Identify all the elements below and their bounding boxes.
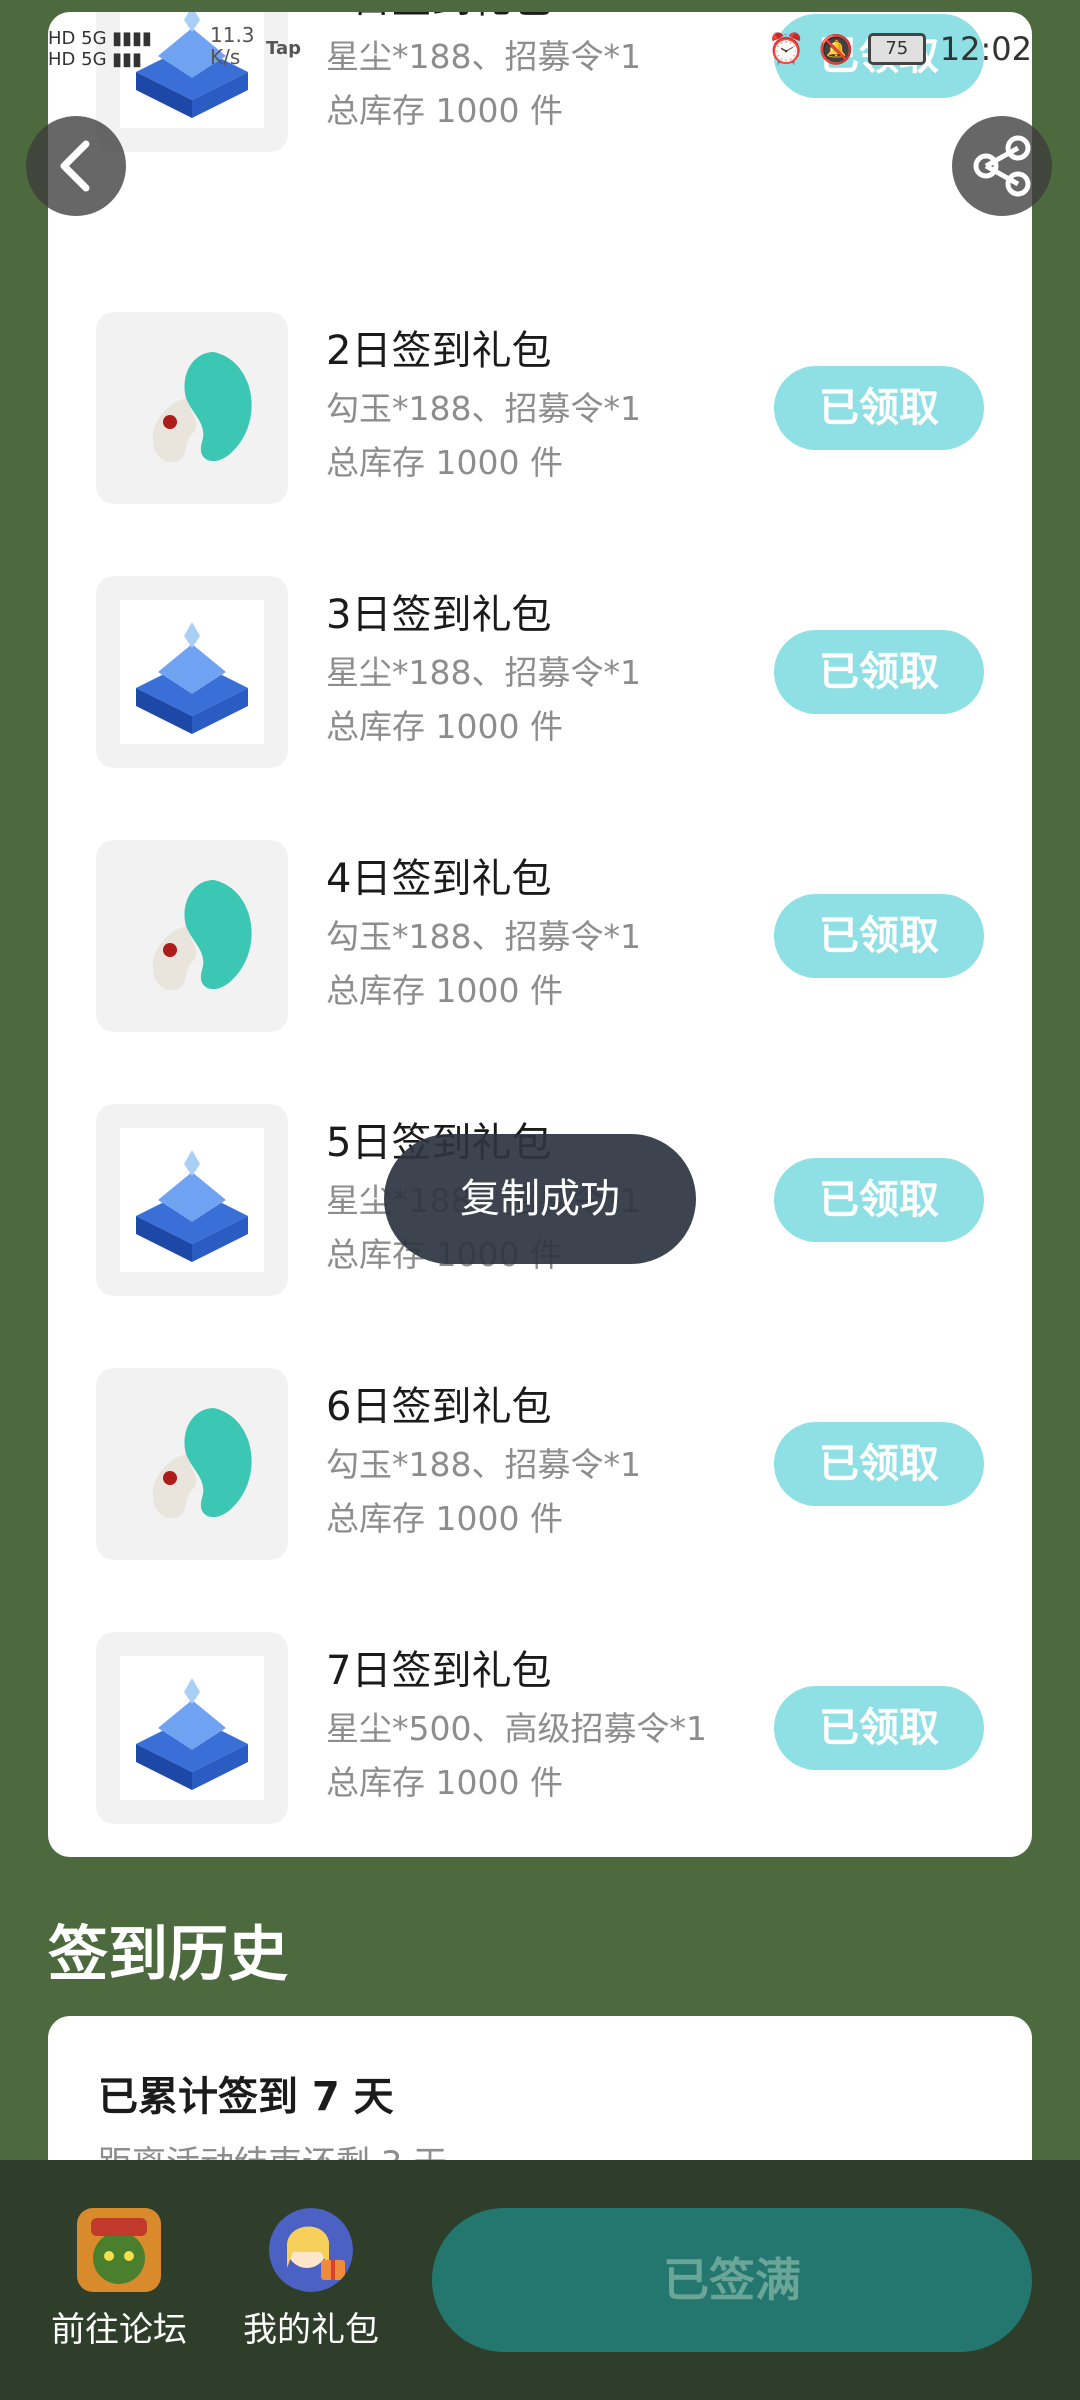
status-bar: HD 5G ▮▮▮▮ HD 5G ▮▮▮ 11.3 K/s Tap ⏰ 🔕 75…	[0, 0, 1080, 100]
jade-magatama-icon	[152, 1408, 252, 1519]
gift-title: 3日签到礼包	[326, 592, 552, 638]
gift-item-day-2: 2日签到礼包 勾玉*188、招募令*1 总库存 1000 件 已领取	[96, 312, 984, 504]
gift-thumbnail	[96, 1104, 288, 1296]
gift-item-day-4: 4日签到礼包 勾玉*188、招募令*1 总库存 1000 件 已领取	[96, 840, 984, 1032]
gift-item-day-7: 7日签到礼包 星尘*500、高级招募令*1 总库存 1000 件 已领取	[96, 1632, 984, 1824]
bottom-action-bar: 前往论坛 我的礼包 已签满	[0, 2160, 1080, 2400]
share-icon	[973, 135, 1031, 197]
history-section-title: 签到历史	[48, 1920, 288, 1990]
signal-row-2: HD 5G ▮▮▮	[48, 49, 162, 70]
status-right: ⏰ 🔕 75 12:02	[768, 30, 1032, 68]
speed-unit: K/s	[210, 45, 241, 69]
blue-chest-icon	[136, 622, 248, 734]
copy-success-toast: 复制成功	[384, 1134, 696, 1264]
gift-thumbnail	[96, 312, 288, 504]
jade-magatama-icon	[152, 352, 252, 463]
checkin-total: 已累计签到 7 天	[98, 2074, 394, 2120]
signal-row-1: HD 5G ▮▮▮▮	[48, 28, 162, 49]
blue-chest-icon	[136, 1678, 248, 1790]
forum-link[interactable]: 前往论坛	[44, 2208, 194, 2351]
chevron-left-icon	[60, 140, 90, 192]
gift-description: 勾玉*188、招募令*1	[326, 389, 641, 428]
gift-stock: 总库存 1000 件	[326, 1763, 563, 1802]
alarm-icon: ⏰	[767, 31, 805, 67]
network-label-1: HD 5G	[48, 28, 107, 49]
signal-bars-icon: ▮▮▮	[112, 49, 142, 70]
network-speed: 11.3 K/s	[210, 24, 255, 68]
gift-stock: 总库存 1000 件	[326, 1499, 563, 1538]
gift-stock: 总库存 1000 件	[326, 443, 563, 482]
gift-thumbnail	[96, 1368, 288, 1560]
battery-icon: 75	[867, 33, 926, 65]
forum-label: 前往论坛	[51, 2310, 187, 2350]
back-button[interactable]	[26, 116, 126, 216]
jade-magatama-icon	[152, 880, 252, 991]
gift-item-day-3: 3日签到礼包 星尘*188、招募令*1 总库存 1000 件 已领取	[96, 576, 984, 768]
gift-thumbnail	[96, 1632, 288, 1824]
claimed-button[interactable]: 已领取	[774, 1158, 984, 1242]
app-notification-badge: Tap	[266, 38, 301, 59]
gift-title: 6日签到礼包	[326, 1384, 552, 1430]
gift-stock: 总库存 1000 件	[326, 707, 563, 746]
gift-title: 7日签到礼包	[326, 1648, 552, 1694]
gift-description: 勾玉*188、招募令*1	[326, 917, 641, 956]
blue-chest-icon	[136, 1150, 248, 1262]
gift-list-panel: 1日签到礼包 星尘*188、招募令*1 总库存 1000 件 已领取 2日签到礼…	[48, 12, 1032, 1857]
gift-description: 星尘*500、高级招募令*1	[326, 1709, 707, 1748]
gift-character-icon	[269, 2208, 353, 2292]
gift-thumbnail	[96, 840, 288, 1032]
gift-thumbnail	[96, 576, 288, 768]
my-gifts-label: 我的礼包	[243, 2310, 379, 2350]
claimed-button[interactable]: 已领取	[774, 894, 984, 978]
game-avatar-icon	[77, 2208, 161, 2292]
gift-item-day-6: 6日签到礼包 勾玉*188、招募令*1 总库存 1000 件 已领取	[96, 1368, 984, 1560]
signed-full-button[interactable]: 已签满	[432, 2208, 1032, 2352]
signal-bars-icon: ▮▮▮▮	[112, 28, 152, 49]
claimed-button[interactable]: 已领取	[774, 1422, 984, 1506]
my-gifts-link[interactable]: 我的礼包	[236, 2208, 386, 2351]
claimed-button[interactable]: 已领取	[774, 630, 984, 714]
signal-indicators: HD 5G ▮▮▮▮ HD 5G ▮▮▮	[48, 28, 162, 70]
share-button[interactable]	[952, 116, 1052, 216]
gift-stock: 总库存 1000 件	[326, 971, 563, 1010]
speed-value: 11.3	[210, 23, 255, 47]
gift-description: 星尘*188、招募令*1	[326, 653, 641, 692]
claimed-button[interactable]: 已领取	[774, 366, 984, 450]
gift-description: 勾玉*188、招募令*1	[326, 1445, 641, 1484]
network-label-2: HD 5G	[48, 49, 107, 70]
gift-title: 2日签到礼包	[326, 328, 552, 374]
gift-title: 4日签到礼包	[326, 856, 552, 902]
mute-icon: 🔕	[818, 32, 854, 66]
claimed-button[interactable]: 已领取	[774, 1686, 984, 1770]
clock: 12:02	[939, 30, 1032, 68]
